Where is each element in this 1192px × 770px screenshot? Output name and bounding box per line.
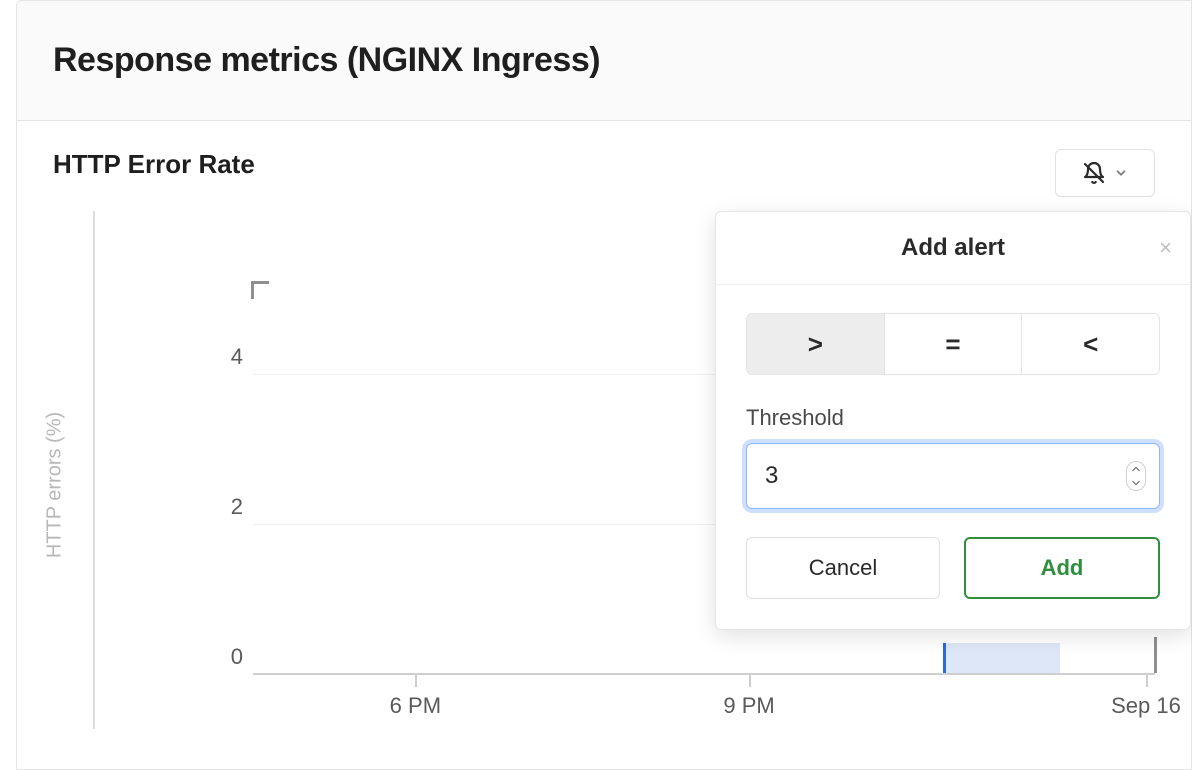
operator-button-group: > = <	[746, 313, 1160, 375]
stepper-down-icon[interactable]	[1127, 476, 1145, 490]
popover-title: Add alert	[901, 234, 1005, 261]
chart-options-dropdown[interactable]	[1055, 149, 1155, 197]
x-axis-line	[253, 673, 1155, 675]
threshold-field-wrap	[746, 443, 1160, 509]
y-tick-label: 2	[223, 494, 243, 520]
selection-band-edge	[943, 643, 946, 673]
y-axis-rule	[93, 211, 95, 729]
threshold-input[interactable]	[746, 443, 1160, 509]
operator-less-than-button[interactable]: <	[1021, 314, 1159, 374]
add-alert-popover: Add alert × > = < Threshold	[715, 211, 1191, 630]
operator-greater-than-button[interactable]: >	[747, 314, 884, 374]
x-tick-label: 9 PM	[723, 693, 774, 719]
stepper-up-icon[interactable]	[1127, 462, 1145, 476]
chevron-down-icon	[1114, 166, 1128, 180]
chart-title: HTTP Error Rate	[53, 149, 1155, 180]
top-left-corner-mark	[251, 281, 269, 299]
popover-actions: Cancel Add	[746, 537, 1160, 599]
operator-equals-button[interactable]: =	[884, 314, 1022, 374]
panel-body: HTTP Error Rate HTTP errors (%)	[17, 121, 1191, 759]
y-axis-label: HTTP errors (%)	[44, 412, 67, 558]
selection-band	[943, 643, 1060, 673]
x-tick	[1146, 675, 1148, 687]
metrics-panel: Response metrics (NGINX Ingress) HTTP Er…	[16, 0, 1192, 770]
x-tick	[415, 675, 417, 687]
popover-body: > = < Threshold	[716, 285, 1190, 629]
cancel-button[interactable]: Cancel	[746, 537, 940, 599]
add-button[interactable]: Add	[964, 537, 1160, 599]
quantity-stepper[interactable]	[1126, 461, 1146, 491]
x-tick	[749, 675, 751, 687]
y-tick-label: 4	[223, 344, 243, 370]
popover-header: Add alert ×	[716, 212, 1190, 285]
close-icon[interactable]: ×	[1159, 237, 1172, 259]
threshold-label: Threshold	[746, 405, 1160, 431]
right-edge-mark	[1154, 637, 1157, 673]
x-tick-label: 6 PM	[390, 693, 441, 719]
alert-bell-off-icon	[1082, 161, 1106, 185]
x-tick-label: Sep 16	[1111, 693, 1181, 719]
y-tick-label: 0	[223, 644, 243, 670]
panel-header: Response metrics (NGINX Ingress)	[17, 1, 1191, 121]
panel-title: Response metrics (NGINX Ingress)	[53, 41, 1155, 80]
